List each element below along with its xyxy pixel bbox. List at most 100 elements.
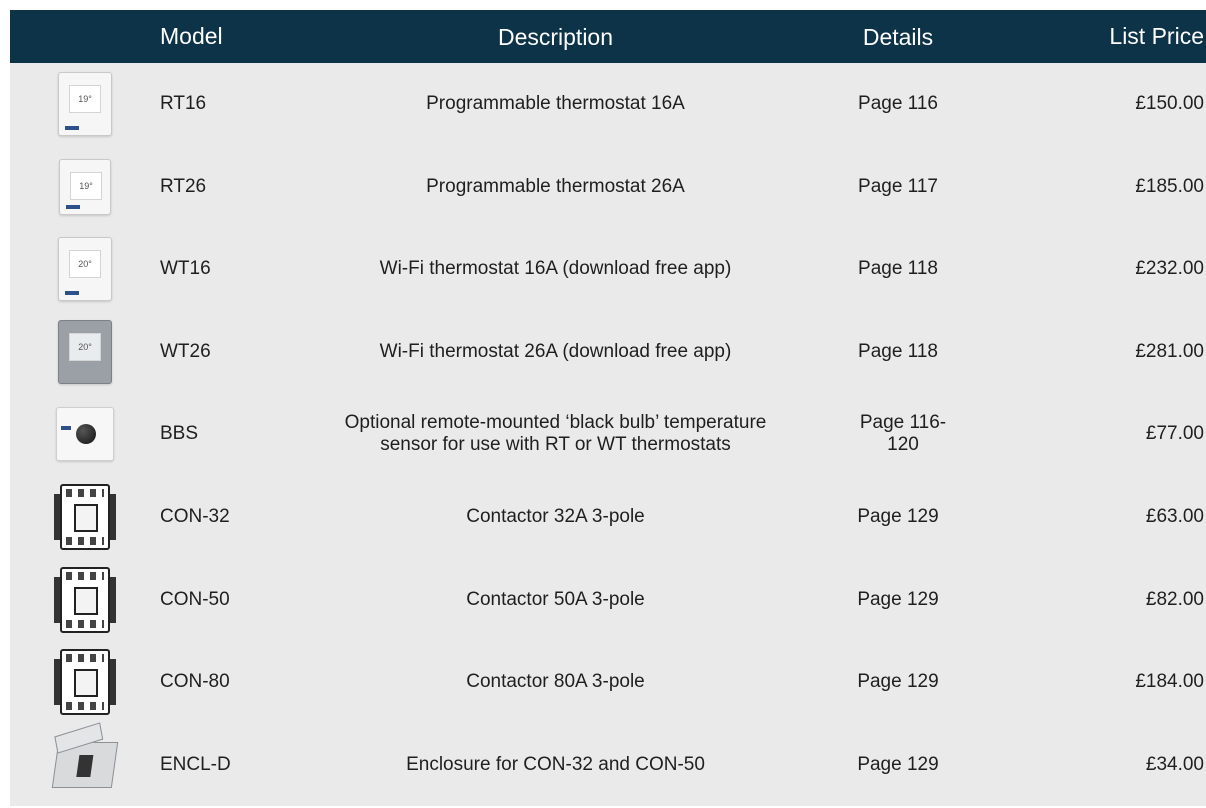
details-cell: Page 129 [857, 671, 939, 693]
table-row: CON-80 Contactor 80A 3-pole Page 129 £18… [10, 641, 1206, 724]
contactor-terminals [66, 537, 104, 545]
contactor-image [54, 484, 116, 550]
contactor-terminals [66, 571, 104, 580]
thermostat-screen: 20° [69, 332, 101, 361]
price-cell: £77.00 [1145, 423, 1204, 445]
header-image-cell [10, 10, 160, 63]
price-cell: £185.00 [1135, 175, 1204, 197]
contactor-face [74, 586, 98, 615]
price-list-page: Model Description Details List Price 19°… [0, 0, 1206, 808]
price-cell: £184.00 [1135, 671, 1204, 693]
thermostat-screen: 20° [69, 250, 101, 279]
description-cell: Enclosure for CON-32 and CON-50 [406, 753, 705, 775]
contactor-terminals [66, 619, 104, 628]
brand-logo [66, 204, 80, 209]
model-cell: CON-32 [160, 506, 230, 527]
description-cell: Wi-Fi thermostat 26A (download free app) [379, 340, 732, 362]
description-cell: Contactor 50A 3-pole [466, 588, 645, 610]
contactor-face [74, 669, 98, 698]
brand-logo [65, 126, 79, 131]
table-row: CON-32 Contactor 32A 3-pole Page 129 £63… [10, 476, 1206, 559]
contactor-side [110, 494, 116, 540]
details-cell: Page 118 [858, 258, 938, 280]
price-cell: £34.00 [1145, 753, 1204, 775]
contactor-image [54, 566, 116, 633]
model-cell: WT26 [160, 340, 211, 362]
thermostat-screen: 19° [70, 171, 102, 200]
description-line: sensor for use with RT or WT thermostats [380, 434, 731, 456]
table-row: 20° WT16 Wi-Fi thermostat 16A (download … [10, 228, 1206, 311]
model-cell: RT26 [160, 175, 207, 197]
model-cell: CON-50 [160, 588, 230, 610]
description-line: Optional remote-mounted ‘black bulb’ tem… [344, 412, 767, 434]
details-cell: Page 117 [858, 175, 938, 197]
model-cell: BBS [160, 423, 199, 445]
model-cell: CON-80 [160, 671, 230, 693]
header-description: Description [497, 23, 614, 50]
price-cell: £150.00 [1135, 93, 1204, 115]
product-image-cell: 19° [10, 146, 160, 229]
contactor-face [74, 504, 98, 532]
thermostat-screen: 19° [69, 85, 101, 114]
contactor-side [54, 659, 60, 706]
black-bulb [76, 424, 96, 445]
model-cell: RT16 [160, 93, 207, 115]
product-image-cell: 20° [10, 228, 160, 311]
table-row: BBS Optional remote-mounted ‘black bulb’… [10, 393, 1206, 476]
price-cell: £232.00 [1135, 258, 1204, 280]
table-row: 20° WT26 Wi-Fi thermostat 26A (download … [10, 311, 1206, 394]
price-cell: £82.00 [1145, 588, 1204, 610]
table-header: Model Description Details List Price [10, 10, 1206, 63]
description-cell: Contactor 32A 3-pole [466, 506, 645, 527]
contactor-side [110, 659, 116, 706]
contactor-side [54, 576, 60, 623]
product-image-cell [10, 721, 160, 806]
details-cell: Page 129 [857, 588, 939, 610]
brand-logo [65, 291, 79, 296]
product-image-cell: 19° [10, 63, 160, 146]
product-image-cell [10, 641, 160, 724]
details-cell: Page 116 [858, 93, 938, 115]
contactor-terminals [66, 489, 104, 497]
details-cell: Page 129 [857, 506, 939, 527]
product-image-cell [10, 558, 160, 641]
rt26-thermostat-image: 19° [59, 158, 111, 215]
header-details: Details [862, 23, 934, 50]
description-cell: Programmable thermostat 16A [426, 93, 685, 115]
header-model: Model [160, 23, 223, 49]
description-cell: Wi-Fi thermostat 16A (download free app) [379, 258, 732, 280]
table-row: ENCL-D Enclosure for CON-32 and CON-50 P… [10, 721, 1206, 806]
enclosure-lid [54, 721, 104, 754]
contactor-side [54, 494, 60, 540]
price-cell: £63.00 [1145, 506, 1204, 527]
wt16-thermostat-image: 20° [58, 237, 112, 302]
table-row: 19° RT26 Programmable thermostat 26A Pag… [10, 146, 1206, 229]
description-cell: Optional remote-mounted ‘black bulb’ tem… [313, 412, 798, 456]
contactor-terminals [66, 654, 104, 663]
description-cell: Programmable thermostat 26A [426, 175, 685, 197]
brand-logo [61, 426, 71, 431]
model-cell: WT16 [160, 258, 211, 280]
product-image-cell: 20° [10, 311, 160, 394]
wt26-thermostat-image: 20° [58, 319, 112, 384]
details-line: 120 [887, 434, 919, 456]
enclosure-contactor [76, 754, 94, 777]
enclosure-image [51, 721, 119, 788]
product-table: Model Description Details List Price 19°… [10, 10, 1206, 806]
contactor-image [54, 649, 116, 716]
details-cell: Page 129 [857, 753, 939, 775]
product-image-cell [10, 393, 160, 476]
rt16-thermostat-image: 19° [58, 72, 112, 137]
details-cell: Page 116- 120 [798, 412, 998, 456]
product-image-cell [10, 476, 160, 559]
table-row: CON-50 Contactor 50A 3-pole Page 129 £82… [10, 558, 1206, 641]
contactor-terminals [66, 702, 104, 711]
details-line: Page 116- [859, 412, 947, 434]
header-price: List Price [1109, 23, 1204, 49]
contactor-side [110, 576, 116, 623]
price-cell: £281.00 [1135, 340, 1204, 362]
bbs-sensor-image [56, 407, 114, 462]
description-cell: Contactor 80A 3-pole [466, 671, 645, 693]
details-cell: Page 118 [858, 340, 938, 362]
table-row: 19° RT16 Programmable thermostat 16A Pag… [10, 63, 1206, 146]
